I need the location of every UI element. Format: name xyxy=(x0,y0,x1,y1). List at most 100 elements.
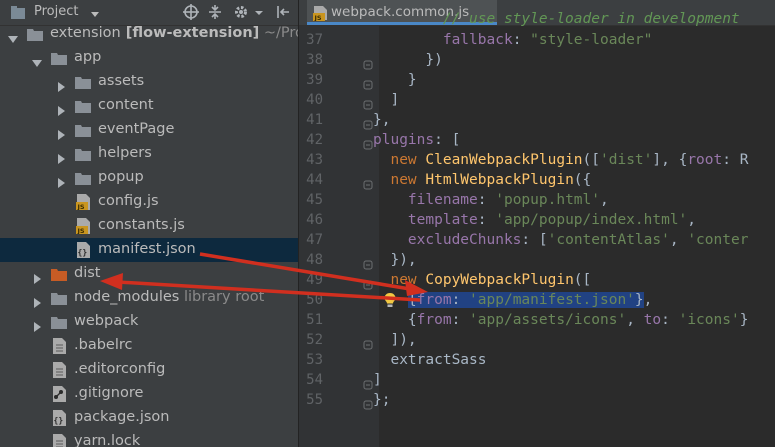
folder-icon xyxy=(50,290,68,306)
expanded-arrow-icon[interactable] xyxy=(8,29,18,43)
ide-window: Project extension [flow-extension] ~/Pro xyxy=(0,0,775,447)
folder-icon xyxy=(74,122,92,138)
tree-item-label: .babelrc xyxy=(74,337,133,353)
json-file-icon: {} xyxy=(50,410,68,426)
git-file-icon xyxy=(50,386,68,402)
code-line: }) xyxy=(373,52,443,68)
code-line: ]), xyxy=(373,332,417,348)
text-file-icon xyxy=(50,434,68,447)
intention-lightbulb-icon[interactable] xyxy=(383,292,397,312)
json-file-icon: {} xyxy=(74,242,92,258)
code-line: extractSass xyxy=(373,352,487,368)
code-line: {from: 'app/assets/icons', to: 'icons'} xyxy=(373,312,749,328)
svg-text:JS: JS xyxy=(77,227,85,234)
folder-icon xyxy=(74,74,92,90)
collapse-all-icon[interactable] xyxy=(206,3,224,21)
collapsed-arrow-icon[interactable] xyxy=(56,101,66,116)
code-view[interactable]: // use style-loader in development fallb… xyxy=(299,0,775,447)
tree-item-helpers[interactable]: helpers xyxy=(0,142,298,166)
code-line: ] xyxy=(373,92,400,108)
tree-item-label: .editorconfig xyxy=(74,361,166,377)
code-line: ] xyxy=(373,372,382,388)
tree-item-content[interactable]: content xyxy=(0,94,298,118)
tree-item-manifest-json[interactable]: {} manifest.json xyxy=(0,238,298,262)
expanded-arrow-icon[interactable] xyxy=(32,53,42,67)
collapsed-arrow-icon[interactable] xyxy=(56,173,66,188)
tree-item-label: .gitignore xyxy=(74,385,144,401)
tree-item-label: manifest.json xyxy=(98,241,196,257)
tree-item-label: yarn.lock xyxy=(74,433,141,447)
tree-item-app[interactable]: app xyxy=(0,46,298,70)
code-line: }), xyxy=(373,252,417,268)
locate-target-icon[interactable] xyxy=(182,3,200,21)
folder-icon xyxy=(74,170,92,186)
collapsed-arrow-icon[interactable] xyxy=(32,269,42,284)
tree-item-eventpage[interactable]: eventPage xyxy=(0,118,298,142)
tree-item-gitignore[interactable]: .gitignore xyxy=(0,382,298,406)
collapsed-arrow-icon[interactable] xyxy=(56,125,66,140)
folder-icon xyxy=(50,50,68,66)
project-panel: Project extension [flow-extension] ~/Pro xyxy=(0,0,298,447)
collapsed-arrow-icon[interactable] xyxy=(32,293,42,308)
code-line: } xyxy=(373,72,417,88)
settings-dropdown-icon[interactable] xyxy=(254,3,264,21)
code-line: template: 'app/popup/index.html', xyxy=(407,212,697,228)
svg-text:{}: {} xyxy=(54,416,64,425)
js-file-icon: JS xyxy=(74,194,92,211)
hide-panel-icon[interactable] xyxy=(274,3,292,21)
tree-item-label: popup xyxy=(98,169,144,185)
tree-item-label: package.json xyxy=(74,409,170,425)
text-file-icon xyxy=(50,338,68,354)
code-line: new HtmlWebpackPlugin({ xyxy=(390,172,592,188)
tree-item-editorconfig[interactable]: .editorconfig xyxy=(0,358,298,382)
tree-item-label: helpers xyxy=(98,145,152,161)
tree-item-label: assets xyxy=(98,73,145,89)
tree-item-label: eventPage xyxy=(98,121,175,137)
code-line-partial: // use style-loader in development xyxy=(373,11,740,27)
tree-item-popup[interactable]: popup xyxy=(0,166,298,190)
tree-item-label: config.js xyxy=(98,193,159,209)
tree-item-assets[interactable]: assets xyxy=(0,70,298,94)
tree-item-babelrc[interactable]: .babelrc xyxy=(0,334,298,358)
tree-item-constants-js[interactable]: JS constants.js xyxy=(0,214,298,238)
tree-item-yarn-lock[interactable]: yarn.lock xyxy=(0,430,298,447)
code-line: excludeChunks: ['contentAtlas', 'conter xyxy=(407,232,749,248)
folder-icon xyxy=(74,98,92,114)
folder-icon xyxy=(50,314,68,330)
tree-item-label: dist xyxy=(74,265,101,281)
tree-item-label: extension [flow-extension] ~/Proj xyxy=(50,25,298,41)
tree-item-webpack[interactable]: webpack xyxy=(0,310,298,334)
code-line: filename: 'popup.html', xyxy=(407,192,609,208)
code-line: new CleanWebpackPlugin(['dist'], {root: … xyxy=(390,152,749,168)
tree-item-node-modules[interactable]: node_modules library root xyxy=(0,286,298,310)
svg-text:{}: {} xyxy=(78,248,88,257)
tree-item-label: constants.js xyxy=(98,217,185,233)
tree-item-dist[interactable]: dist xyxy=(0,262,298,286)
code-line: }, xyxy=(373,112,391,128)
js-file-icon: JS xyxy=(74,218,92,235)
tree-item-label: content xyxy=(98,97,154,113)
project-view-title[interactable]: Project xyxy=(34,4,78,19)
settings-icon[interactable] xyxy=(232,3,250,21)
collapsed-arrow-icon[interactable] xyxy=(32,317,42,332)
tree-item-package-json[interactable]: {} package.json xyxy=(0,406,298,430)
code-line: plugins: [ xyxy=(373,132,461,148)
editor-area: JS webpack.common.js 37 38 39 40 41 42 43 44 45 4… xyxy=(298,0,775,447)
tree-item-config-js[interactable]: JS config.js xyxy=(0,190,298,214)
code-line: }; xyxy=(373,392,391,408)
excluded-folder-icon xyxy=(50,266,68,282)
folder-icon xyxy=(26,26,44,42)
tree-item-label: node_modules library root xyxy=(74,289,265,305)
collapsed-arrow-icon[interactable] xyxy=(56,77,66,92)
collapsed-arrow-icon[interactable] xyxy=(56,149,66,164)
code-line: fallback: "style-loader" xyxy=(373,32,653,48)
project-view-icon xyxy=(10,5,26,19)
tree-item-extension[interactable]: extension [flow-extension] ~/Proj xyxy=(0,22,298,46)
tree-item-label: webpack xyxy=(74,313,139,329)
text-file-icon xyxy=(50,362,68,378)
svg-text:JS: JS xyxy=(77,203,85,210)
tree-item-label: app xyxy=(74,49,102,65)
code-line: new CopyWebpackPlugin([ xyxy=(390,272,592,288)
code-line: {from: 'app/manifest.json'}, xyxy=(407,292,653,308)
folder-icon xyxy=(74,146,92,162)
